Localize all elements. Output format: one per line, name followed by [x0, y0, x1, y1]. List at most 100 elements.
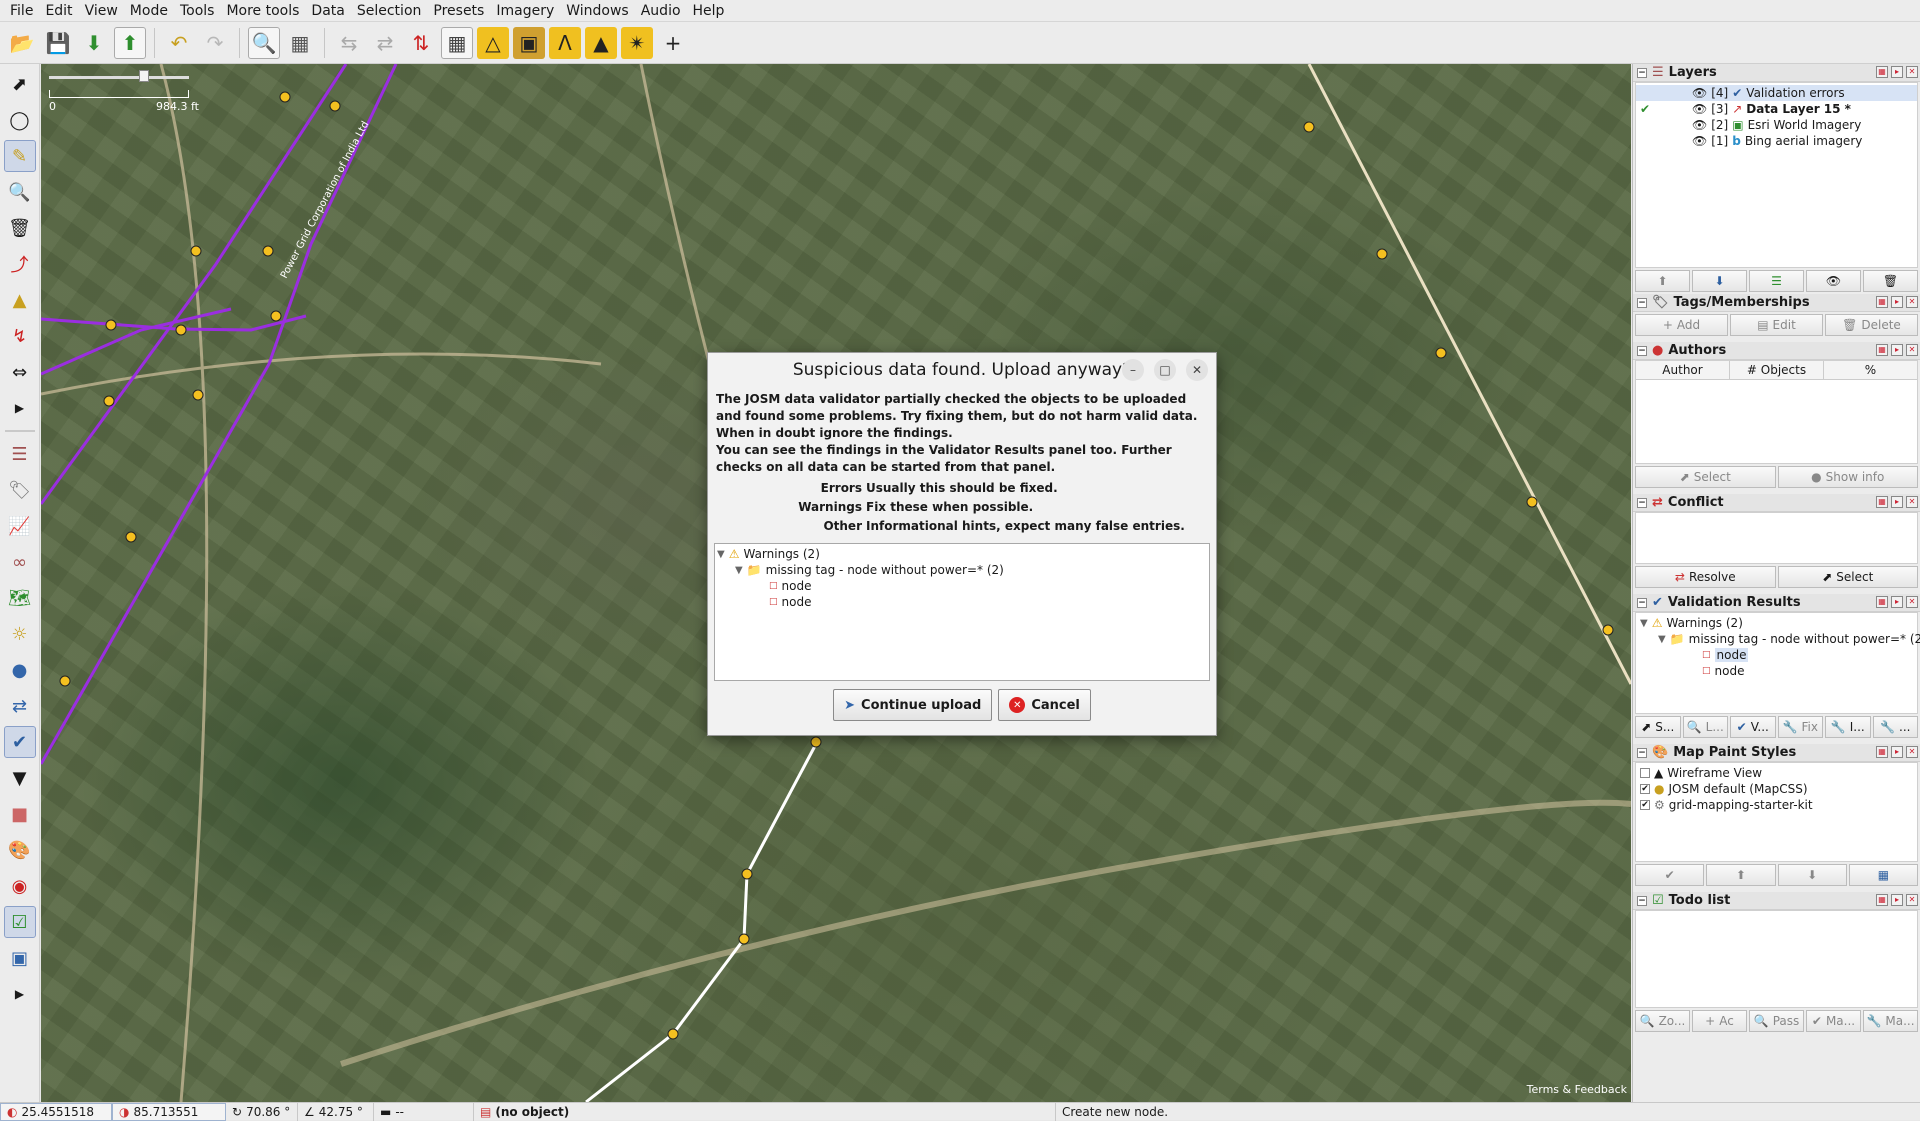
layer-row[interactable]: 👁 [1] b Bing aerial imagery: [1636, 133, 1917, 149]
collapse-icon[interactable]: −: [1637, 597, 1647, 608]
style-checkbox[interactable]: [1640, 768, 1650, 778]
todo-add-button[interactable]: + Ac: [1692, 1010, 1747, 1032]
zoom-icon[interactable]: 🔍: [248, 26, 280, 59]
panel-pin-icon[interactable]: ▸: [1891, 344, 1903, 356]
todo-zoom-button[interactable]: 🔍 Zo...: [1635, 1010, 1690, 1032]
validation-row-warnings[interactable]: ▼ ⚠ Warnings (2): [1636, 615, 1917, 631]
panel-detach-icon[interactable]: ▦: [1876, 344, 1888, 356]
panel-detach-icon[interactable]: ▦: [1876, 746, 1888, 758]
delete-tool-icon[interactable]: 🗑: [4, 212, 36, 244]
transformer-preset-icon[interactable]: ▲: [585, 26, 617, 59]
tree-toggle-icon[interactable]: ▼: [1658, 634, 1666, 645]
tree-toggle-icon[interactable]: ▼: [717, 549, 725, 560]
style-down-icon[interactable]: ⬇: [1777, 864, 1847, 886]
resolve-button[interactable]: ⇄ Resolve: [1635, 566, 1776, 588]
menu-help[interactable]: Help: [687, 0, 731, 22]
zoom-tool-icon[interactable]: 🔍: [4, 176, 36, 208]
panel-detach-icon[interactable]: ▦: [1876, 296, 1888, 308]
terms-link[interactable]: Terms & Feedback: [1527, 1083, 1627, 1096]
column-author[interactable]: Author: [1636, 361, 1730, 379]
panel-detach-icon[interactable]: ▦: [1876, 596, 1888, 608]
layers-panel-header[interactable]: − ☰ Layers ▦ ▸ ✕: [1633, 64, 1920, 82]
minimize-icon[interactable]: –: [1122, 359, 1144, 381]
move-down-icon[interactable]: ⬇: [1692, 270, 1747, 292]
split-way-icon[interactable]: ⇆: [333, 27, 365, 59]
panel-pin-icon[interactable]: ▸: [1891, 296, 1903, 308]
validation-row-node[interactable]: □ node: [1636, 647, 1917, 663]
menu-mode[interactable]: Mode: [124, 0, 174, 22]
column-percent[interactable]: %: [1824, 361, 1917, 379]
fix-button[interactable]: 🔧 Fix: [1777, 716, 1823, 738]
extrude-icon[interactable]: ↯: [4, 320, 36, 352]
todo-mark-button[interactable]: ✔ Ma...: [1806, 1010, 1861, 1032]
longitude-field[interactable]: ◑ 85.713551: [112, 1102, 226, 1121]
undo-icon[interactable]: ↶: [163, 27, 195, 59]
panel-pin-icon[interactable]: ▸: [1891, 746, 1903, 758]
grid-icon[interactable]: ▦: [441, 26, 473, 59]
panel-pin-icon[interactable]: ▸: [1891, 596, 1903, 608]
delete-layer-icon[interactable]: 🗑: [1863, 270, 1918, 292]
frame-icon[interactable]: ▣: [4, 942, 36, 974]
menu-file[interactable]: File: [4, 0, 39, 22]
tower-marker[interactable]: [103, 395, 115, 407]
save-icon[interactable]: 💾: [42, 27, 74, 59]
validation-row-group[interactable]: ▼ 📁 missing tag - node without power=* (…: [1636, 631, 1920, 647]
menu-tools[interactable]: Tools: [174, 0, 221, 22]
power-pole-preset-icon[interactable]: Λ: [549, 26, 581, 59]
visibility-eye-icon[interactable]: 👁: [1692, 102, 1707, 116]
style-settings-icon[interactable]: ▦: [1848, 864, 1918, 886]
panel-detach-icon[interactable]: ▦: [1876, 894, 1888, 906]
changeset-icon[interactable]: 📈: [4, 510, 36, 542]
validation-toggle-icon[interactable]: ✔: [3, 726, 36, 758]
collapse-icon[interactable]: −: [1637, 67, 1647, 78]
tower-marker[interactable]: [262, 245, 274, 257]
panel-close-icon[interactable]: ✕: [1906, 596, 1918, 608]
panel-close-icon[interactable]: ✕: [1906, 894, 1918, 906]
power-tower-preset-icon[interactable]: △: [477, 26, 509, 59]
cancel-button[interactable]: ✕ Cancel: [998, 689, 1091, 721]
collapse-icon[interactable]: −: [1637, 747, 1647, 758]
move-up-icon[interactable]: ⬆: [1635, 270, 1690, 292]
download-icon[interactable]: ⬇: [78, 27, 110, 59]
expand-toggles-icon[interactable]: ▶: [4, 978, 36, 1010]
validation-select-button[interactable]: ⬈ S...: [1635, 716, 1681, 738]
style-up-icon[interactable]: ⬆: [1706, 864, 1776, 886]
tower-marker[interactable]: [329, 100, 341, 112]
latitude-field[interactable]: ◐ 25.4551518: [0, 1102, 112, 1121]
style-row[interactable]: ▲ Wireframe View: [1636, 765, 1917, 781]
panel-close-icon[interactable]: ✕: [1906, 66, 1918, 78]
visibility-eye-icon[interactable]: 👁: [1692, 86, 1707, 100]
tower-marker[interactable]: [105, 319, 117, 331]
tower-marker[interactable]: [125, 531, 137, 543]
tower-marker[interactable]: [59, 675, 71, 687]
align-icon[interactable]: ⇔: [4, 356, 36, 388]
activate-style-icon[interactable]: ✔: [1635, 864, 1705, 886]
imagery-offset-icon[interactable]: ◉: [4, 870, 36, 902]
mappaint-panel-header[interactable]: − 🎨 Map Paint Styles ▦ ▸ ✕: [1633, 744, 1920, 762]
panel-close-icon[interactable]: ✕: [1906, 496, 1918, 508]
visibility-eye-icon[interactable]: 👁: [1692, 134, 1707, 148]
tree-row-group[interactable]: ▼ 📁 missing tag - node without power=* (…: [717, 562, 1207, 578]
menu-imagery[interactable]: Imagery: [490, 0, 560, 22]
tower-marker[interactable]: [1435, 347, 1447, 359]
collapse-icon[interactable]: −: [1637, 297, 1647, 308]
parallel-way-icon[interactable]: ▲: [4, 284, 36, 316]
tree-toggle-icon[interactable]: ▼: [1640, 618, 1648, 629]
show-info-button[interactable]: ● Show info: [1777, 466, 1918, 488]
conflict-panel-header[interactable]: − ⇄ Conflict ▦ ▸ ✕: [1633, 494, 1920, 512]
panel-pin-icon[interactable]: ▸: [1891, 66, 1903, 78]
todo-panel-header[interactable]: − ☑ Todo list ▦ ▸ ✕: [1633, 892, 1920, 910]
zoom-slider-knob[interactable]: [139, 70, 149, 82]
authors-toggle-icon[interactable]: ●: [4, 654, 36, 686]
menu-data[interactable]: Data: [305, 0, 350, 22]
validation-lookup-button[interactable]: 🔍 L...: [1682, 716, 1728, 738]
tags-panel-header[interactable]: − 🏷 Tags/Memberships ▦ ▸ ✕: [1633, 294, 1920, 312]
menu-edit[interactable]: Edit: [39, 0, 78, 22]
todo-pass-button[interactable]: 🔍 Pass: [1749, 1010, 1804, 1032]
validation-panel-header[interactable]: − ✔ Validation Results ▦ ▸ ✕: [1633, 594, 1920, 612]
menu-view[interactable]: View: [79, 0, 124, 22]
todo-mark-all-button[interactable]: 🔧 Ma...: [1863, 1010, 1918, 1032]
add-preset-icon[interactable]: +: [657, 27, 689, 59]
substation-preset-icon[interactable]: ▣: [513, 26, 545, 59]
add-tag-button[interactable]: + Add: [1635, 314, 1728, 336]
